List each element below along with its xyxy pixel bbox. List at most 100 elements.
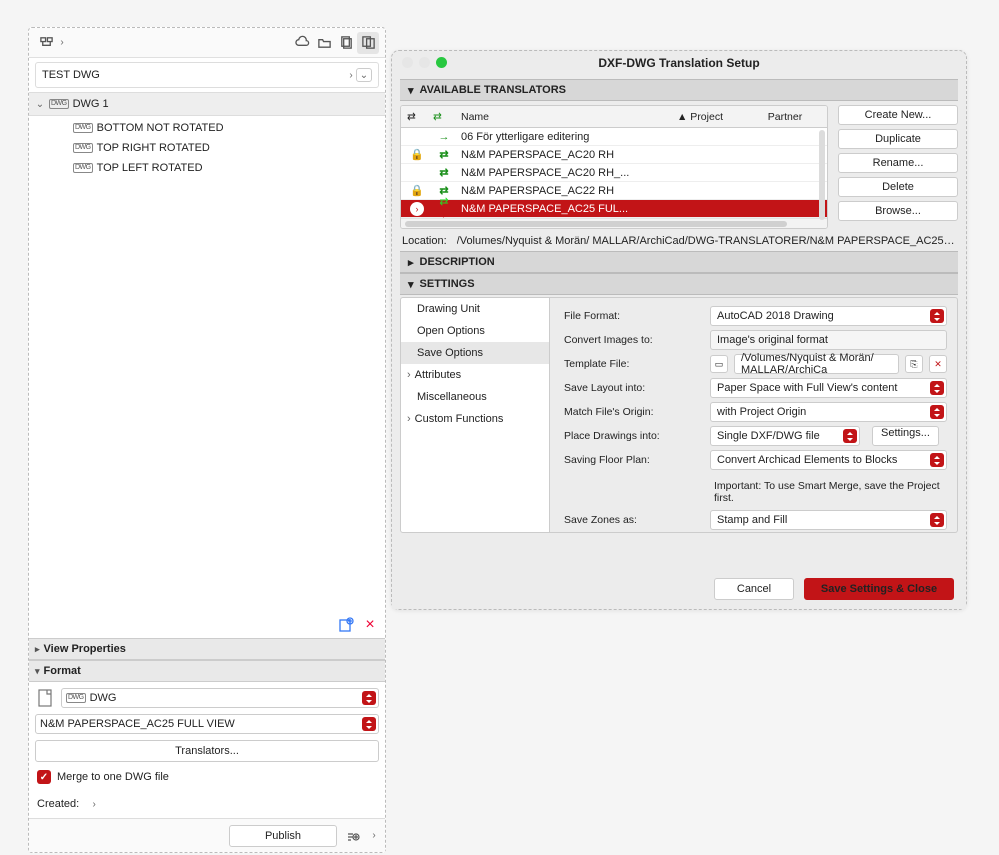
dwg-file-icon: DWG [49, 99, 69, 109]
dxf-dwg-dialog: DXF-DWG Translation Setup ▾ AVAILABLE TR… [391, 50, 967, 610]
remove-item-icon[interactable]: × [361, 616, 379, 634]
chevron-right-icon: › [346, 70, 356, 81]
cancel-button[interactable]: Cancel [714, 578, 794, 600]
convert-images-select[interactable]: Image's original format [710, 330, 947, 350]
dialog-title: DXF-DWG Translation Setup [392, 56, 966, 70]
tree-root-row[interactable]: ⌄ DWG DWG 1 [29, 92, 385, 116]
settings-form: File Format: AutoCAD 2018 Drawing Conver… [550, 297, 958, 533]
publish-options-icon[interactable] [343, 826, 363, 846]
th-partner[interactable]: Partner [737, 111, 827, 123]
section-label: Format [44, 665, 81, 677]
dwg-file-icon: DWG [73, 143, 93, 153]
create-new-button[interactable]: Create New... [838, 105, 958, 125]
th-dir[interactable]: ⇄ [427, 111, 455, 123]
window-zoom-icon[interactable] [436, 57, 447, 68]
created-label: Created: [37, 798, 79, 810]
table-row[interactable]: 🔒⇄N&M PAPERSPACE_AC20 RH [401, 146, 827, 164]
th-name[interactable]: Name [455, 111, 657, 123]
delete-button[interactable]: Delete [838, 177, 958, 197]
save-zones-select[interactable]: Stamp and Fill [710, 510, 947, 530]
dwg-file-icon: DWG [73, 123, 93, 133]
nav-drawing-unit[interactable]: Drawing Unit [401, 298, 549, 320]
table-row[interactable]: 🔒⇄N&M PAPERSPACE_AC22 RH [401, 182, 827, 200]
description-header[interactable]: ▸ DESCRIPTION [400, 251, 958, 273]
pill-icon: › [410, 202, 424, 216]
nav-save-options[interactable]: Save Options [401, 342, 549, 364]
available-translators-header[interactable]: ▾ AVAILABLE TRANSLATORS [400, 79, 958, 101]
template-browse-icon[interactable]: ▭ [710, 355, 728, 373]
cloud-icon[interactable] [291, 32, 313, 54]
file-format-label: File Format: [564, 310, 704, 322]
th-project[interactable]: ▲ Project [657, 111, 737, 123]
disclosure-right-icon: ▸ [408, 256, 414, 269]
nav-miscellaneous[interactable]: Miscellaneous [401, 386, 549, 408]
template-clear-icon[interactable]: ✕ [929, 355, 947, 373]
translators-button[interactable]: Translators... [35, 740, 379, 762]
save-layout-select[interactable]: Paper Space with Full View's content [710, 378, 947, 398]
translators-table: ⇄ ⇄ Name ▲ Project Partner →06 För ytter… [400, 105, 828, 229]
page-icon [35, 688, 55, 708]
template-file-field[interactable]: /Volumes/Nyquist & Morän/ MALLAR/ArchiCa [734, 354, 899, 374]
tree-root-label: DWG 1 [73, 98, 109, 110]
place-settings-button[interactable]: Settings... [872, 426, 939, 446]
tree-item[interactable]: DWG TOP LEFT ROTATED [29, 158, 385, 178]
organizer-icon[interactable] [35, 32, 57, 54]
saving-floor-select[interactable]: Convert Archicad Elements to Blocks [710, 450, 947, 470]
th-lock[interactable]: ⇄ [401, 111, 427, 123]
template-link-icon[interactable]: ⎘ [905, 355, 923, 373]
chevron-right-icon[interactable]: › [89, 799, 99, 810]
publisher-toolbar: › [29, 28, 385, 58]
table-row-selected[interactable]: › ⇄ › N&M PAPERSPACE_AC25 FUL... [401, 200, 827, 218]
rename-button[interactable]: Rename... [838, 153, 958, 173]
window-minimize-icon[interactable] [419, 57, 430, 68]
nav-open-options[interactable]: Open Options [401, 320, 549, 342]
tree-item-label: TOP RIGHT ROTATED [97, 142, 210, 154]
merge-checkbox[interactable] [37, 770, 51, 784]
chevron-right-icon[interactable]: › [369, 830, 379, 841]
location-path: /Volumes/Nyquist & Morän/ MALLAR/ArchiCa… [457, 235, 956, 247]
location-label: Location: [402, 235, 447, 247]
dropdown-icon[interactable]: ⌄ [356, 68, 372, 82]
table-row[interactable]: →06 För ytterligare editering [401, 128, 827, 146]
publish-footer: Publish › [29, 818, 385, 852]
save-close-button[interactable]: Save Settings & Close [804, 578, 954, 600]
translator-select[interactable]: N&M PAPERSPACE_AC25 FULL VIEW [35, 714, 379, 734]
dropdown-caret-icon [843, 429, 857, 443]
dwg-file-icon: DWG [73, 163, 93, 173]
format-header[interactable]: ▾ Format [29, 660, 385, 682]
nav-custom-functions[interactable]: Custom Functions [401, 408, 549, 430]
tree-item-label: TOP LEFT ROTATED [97, 162, 203, 174]
add-item-icon[interactable] [337, 616, 355, 634]
view-properties-header[interactable]: ▸ View Properties [29, 638, 385, 660]
save-zones-label: Save Zones as: [564, 514, 704, 526]
disclosure-down-icon: ▾ [408, 278, 414, 291]
disclosure-triangle-icon[interactable]: ⌄ [35, 99, 45, 110]
dropdown-caret-icon [930, 381, 944, 395]
nav-attributes[interactable]: Attributes [401, 364, 549, 386]
place-drawings-select[interactable]: Single DXF/DWG file [710, 426, 860, 446]
match-origin-select[interactable]: with Project Origin [710, 402, 947, 422]
chevron-right-icon[interactable]: › [57, 37, 67, 48]
smart-merge-note: Important: To use Smart Merge, save the … [564, 472, 947, 508]
vertical-scrollbar[interactable] [819, 130, 825, 220]
publish-button[interactable]: Publish [229, 825, 337, 847]
documents-icon[interactable] [335, 32, 357, 54]
tree-item[interactable]: DWG TOP RIGHT ROTATED [29, 138, 385, 158]
publisher-set-selector[interactable]: TEST DWG › ⌄ [35, 62, 379, 88]
table-row[interactable]: ⇄N&M PAPERSPACE_AC20 RH_... [401, 164, 827, 182]
settings-body: Drawing Unit Open Options Save Options A… [392, 295, 966, 533]
dropdown-caret-icon [362, 691, 376, 705]
horizontal-scrollbar[interactable] [401, 218, 827, 228]
table-header: ⇄ ⇄ Name ▲ Project Partner [401, 106, 827, 128]
settings-header[interactable]: ▾ SETTINGS [400, 273, 958, 295]
dwg-file-icon: DWG [66, 693, 86, 703]
sheets-icon[interactable] [357, 32, 379, 54]
browse-button[interactable]: Browse... [838, 201, 958, 221]
file-format-select[interactable]: AutoCAD 2018 Drawing [710, 306, 947, 326]
folder-icon[interactable] [313, 32, 335, 54]
dropdown-caret-icon [362, 717, 376, 731]
window-close-icon[interactable] [402, 57, 413, 68]
tree-item[interactable]: DWG BOTTOM NOT ROTATED [29, 118, 385, 138]
format-select[interactable]: DWG DWG [61, 688, 379, 708]
duplicate-button[interactable]: Duplicate [838, 129, 958, 149]
